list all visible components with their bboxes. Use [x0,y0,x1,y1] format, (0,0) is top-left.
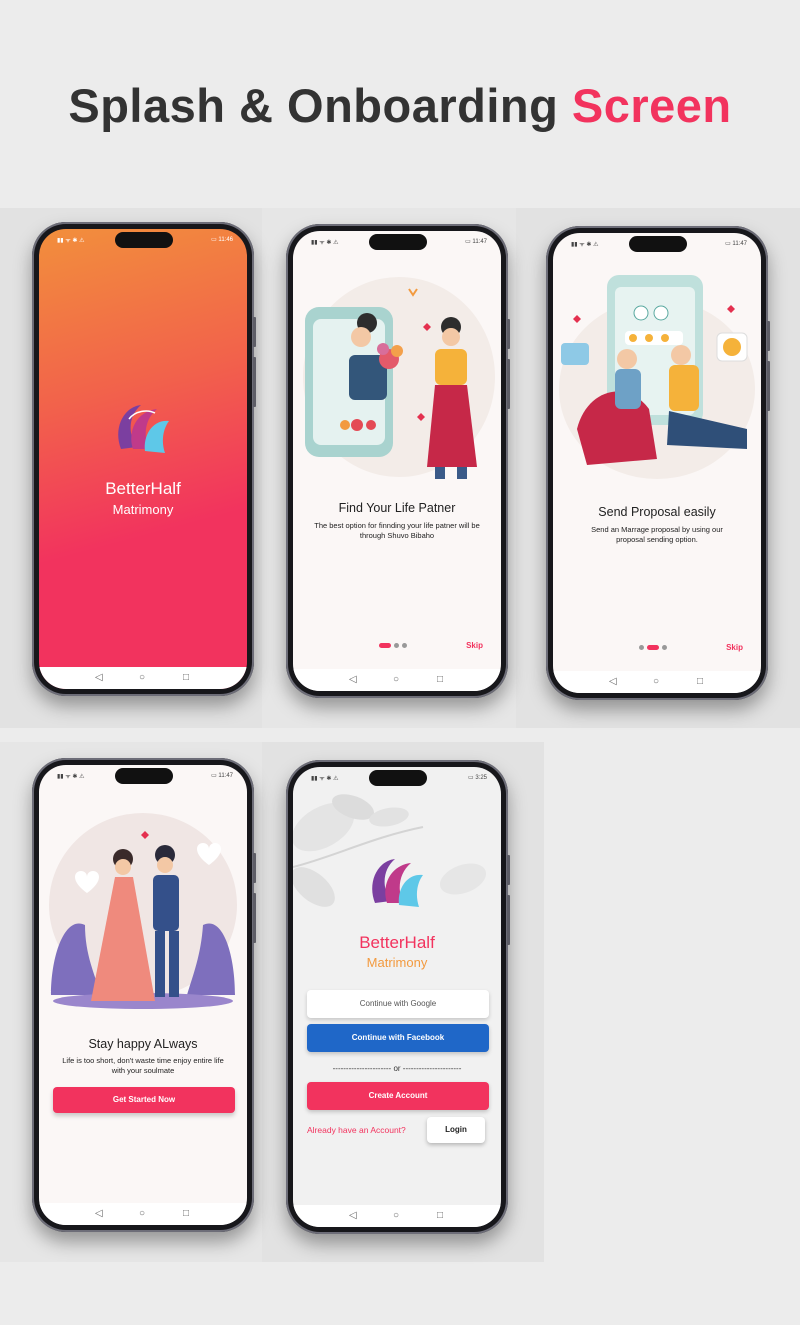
nav-bar: ◁ ○ □ [39,1203,247,1225]
skip-button[interactable]: Skip [466,641,483,650]
recents-icon[interactable]: □ [437,674,443,686]
recents-icon[interactable]: □ [437,1210,443,1222]
continue-google-button[interactable]: Continue with Google [307,990,489,1018]
back-icon[interactable]: ◁ [95,1208,103,1220]
back-icon[interactable]: ◁ [95,672,103,684]
login-screen: ▮▮ ᯤ ✱ ⚠ ▭ 3:25 BetterHalf Matrimony Con… [293,767,501,1227]
onboarding-desc-2: through Shuvo Bibaho [359,531,435,540]
skip-button[interactable]: Skip [726,643,743,652]
proposal-illustration [559,275,755,479]
splash-screen: ▮▮ ᯤ ✱ ⚠ ▭ 11:46 BetterHalf Matrimony ◁ … [39,229,247,689]
onboarding-desc-1: Send an Marrage proposal by using our [591,525,723,534]
app-tagline: Matrimony [366,955,428,970]
splash-phone: ▮▮ ᯤ ✱ ⚠ ▭ 11:46 BetterHalf Matrimony ◁ … [32,222,256,696]
onboarding-desc-2: proposal sending option. [616,535,698,544]
onboarding-phone-1: ▮▮ ᯤ ✱ ⚠ ▭ 11:47 Find Your Life Patner T… [286,224,510,698]
or-divider: ---------------------- or --------------… [332,1064,462,1073]
onboarding-desc-1: The best option for finnding your life p… [314,521,480,530]
home-icon[interactable]: ○ [139,1208,145,1220]
home-icon[interactable]: ○ [653,676,659,688]
page-indicator [379,643,419,649]
nav-bar: ◁ ○ □ [553,671,761,693]
app-tagline: Matrimony [112,502,174,517]
home-icon[interactable]: ○ [393,674,399,686]
onboarding-screen-3: ▮▮ ᯤ ✱ ⚠ ▭ 11:47 Stay happy ALways Life … [39,765,247,1225]
signal-icon: ▮▮ ᯤ ✱ ⚠ [57,238,85,244]
signal-icon: ▮▮ ᯤ ✱ ⚠ [571,242,599,248]
recents-icon[interactable]: □ [183,672,189,684]
get-started-button[interactable]: Get Started Now [53,1087,235,1113]
onboarding-screen-1: ▮▮ ᯤ ✱ ⚠ ▭ 11:47 Find Your Life Patner T… [293,231,501,691]
camera-notch [369,234,427,250]
status-time: 11:47 [218,773,233,779]
camera-notch [115,232,173,248]
status-time: 11:46 [218,237,233,243]
signal-icon: ▮▮ ᯤ ✱ ⚠ [311,776,339,782]
app-logo [118,405,169,453]
back-icon[interactable]: ◁ [349,674,357,686]
couple-illustration [303,277,495,479]
onboarding-phone-3: ▮▮ ᯤ ✱ ⚠ ▭ 11:47 Stay happy ALways Life … [32,758,256,1232]
onboarding-phone-2: ▮▮ ᯤ ✱ ⚠ ▭ 11:47 Send Proposal easily Se… [546,226,770,700]
camera-notch [369,770,427,786]
onboarding-screen-2: ▮▮ ᯤ ✱ ⚠ ▭ 11:47 Send Proposal easily Se… [553,233,761,693]
create-account-button[interactable]: Create Account [307,1082,489,1110]
back-icon[interactable]: ◁ [349,1210,357,1222]
app-logo [372,859,423,907]
status-time: 11:47 [732,241,747,247]
home-icon[interactable]: ○ [139,672,145,684]
onboarding-title: Send Proposal easily [598,505,716,519]
signal-icon: ▮▮ ᯤ ✱ ⚠ [57,774,85,780]
login-button[interactable]: Login [427,1117,485,1143]
have-account-text: Already have an Account? [307,1125,406,1135]
status-time: 3:25 [475,775,487,781]
nav-bar: ◁ ○ □ [293,1205,501,1227]
onboarding-desc-1: Life is too short, don't waste time enjo… [62,1056,224,1065]
page-title: Splash & Onboarding Screen [68,79,732,132]
app-name: BetterHalf [105,479,181,498]
onboarding-title: Stay happy ALways [88,1037,198,1051]
status-time: 11:47 [472,239,487,245]
recents-icon[interactable]: □ [697,676,703,688]
login-phone: ▮▮ ᯤ ✱ ⚠ ▭ 3:25 BetterHalf Matrimony Con… [286,760,510,1234]
camera-notch [115,768,173,784]
recents-icon[interactable]: □ [183,1208,189,1220]
camera-notch [629,236,687,252]
app-name: BetterHalf [359,933,435,952]
onboarding-title: Find Your Life Patner [338,501,456,515]
home-icon[interactable]: ○ [393,1210,399,1222]
happy-couple-illustration [49,813,237,1009]
continue-facebook-button[interactable]: Continue with Facebook [307,1024,489,1052]
back-icon[interactable]: ◁ [609,676,617,688]
onboarding-desc-2: with your soulmate [111,1066,175,1075]
nav-bar: ◁ ○ □ [39,667,247,689]
signal-icon: ▮▮ ᯤ ✱ ⚠ [311,240,339,246]
page-indicator [639,645,679,651]
nav-bar: ◁ ○ □ [293,669,501,691]
